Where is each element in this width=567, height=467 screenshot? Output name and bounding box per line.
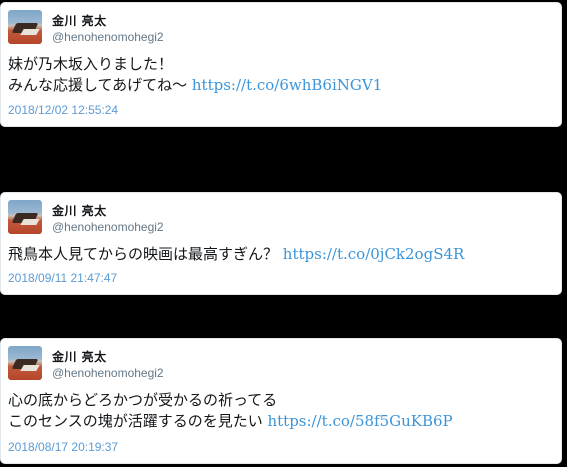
tweet-timestamp[interactable]: 2018/12/02 12:55:24 (8, 103, 118, 117)
user-handle[interactable]: @henohenomohegi2 (52, 220, 164, 234)
tweet-card[interactable]: 金川 亮太 @henohenomohegi2 心の底からどろかつが受かるの祈って… (0, 338, 562, 464)
avatar-highlight (20, 29, 40, 35)
tweet-text: 妹が乃木坂入りました！ みんな応援してあげてね〜 https://t.co/6w… (8, 54, 553, 96)
tweet-text-fragment: みんな応援してあげてね〜 (8, 76, 188, 94)
tweet-text-line: 妹が乃木坂入りました！ (8, 55, 174, 73)
tweet-text-fragment: このセンスの塊が活躍するのを見たい (8, 412, 263, 430)
avatar-highlight (20, 219, 40, 225)
tweet-text: 飛鳥本人見てからの映画は最高すぎん？ https://t.co/0jCk2ogS… (8, 244, 553, 265)
user-handle[interactable]: @henohenomohegi2 (52, 366, 164, 380)
user-display-name[interactable]: 金川 亮太 (52, 12, 107, 29)
tweet-card[interactable]: 金川 亮太 @henohenomohegi2 飛鳥本人見てからの映画は最高すぎん… (0, 192, 562, 295)
avatar-highlight (20, 365, 40, 371)
tweet-text-line: みんな応援してあげてね〜 https://t.co/6whB6iNGV1 (8, 75, 553, 96)
tweet-card[interactable]: 金川 亮太 @henohenomohegi2 妹が乃木坂入りました！ みんな応援… (0, 2, 562, 127)
tweet-link[interactable]: https://t.co/58f5GuKB6P (267, 412, 452, 430)
tweet-link[interactable]: https://t.co/0jCk2ogS4R (283, 245, 465, 263)
tweet-timestamp[interactable]: 2018/09/11 21:47:47 (8, 271, 117, 285)
avatar[interactable] (8, 10, 42, 44)
tweet-text-line: 心の底からどろかつが受かるの祈ってる (8, 391, 278, 409)
user-display-name[interactable]: 金川 亮太 (52, 348, 107, 365)
tweet-text-line: 飛鳥本人見てからの映画は最高すぎん？ https://t.co/0jCk2ogS… (8, 244, 553, 265)
avatar[interactable] (8, 200, 42, 234)
screenshot-canvas: 金川 亮太 @henohenomohegi2 妹が乃木坂入りました！ みんな応援… (0, 0, 567, 467)
avatar[interactable] (8, 346, 42, 380)
tweet-text-line: このセンスの塊が活躍するのを見たい https://t.co/58f5GuKB6… (8, 411, 553, 432)
user-handle[interactable]: @henohenomohegi2 (52, 30, 164, 44)
tweet-link[interactable]: https://t.co/6whB6iNGV1 (192, 76, 382, 94)
tweet-timestamp[interactable]: 2018/08/17 20:19:37 (8, 440, 118, 454)
tweet-text: 心の底からどろかつが受かるの祈ってる このセンスの塊が活躍するのを見たい htt… (8, 390, 553, 432)
tweet-text-fragment: 飛鳥本人見てからの映画は最高すぎん？ (8, 245, 279, 263)
user-display-name[interactable]: 金川 亮太 (52, 202, 107, 219)
